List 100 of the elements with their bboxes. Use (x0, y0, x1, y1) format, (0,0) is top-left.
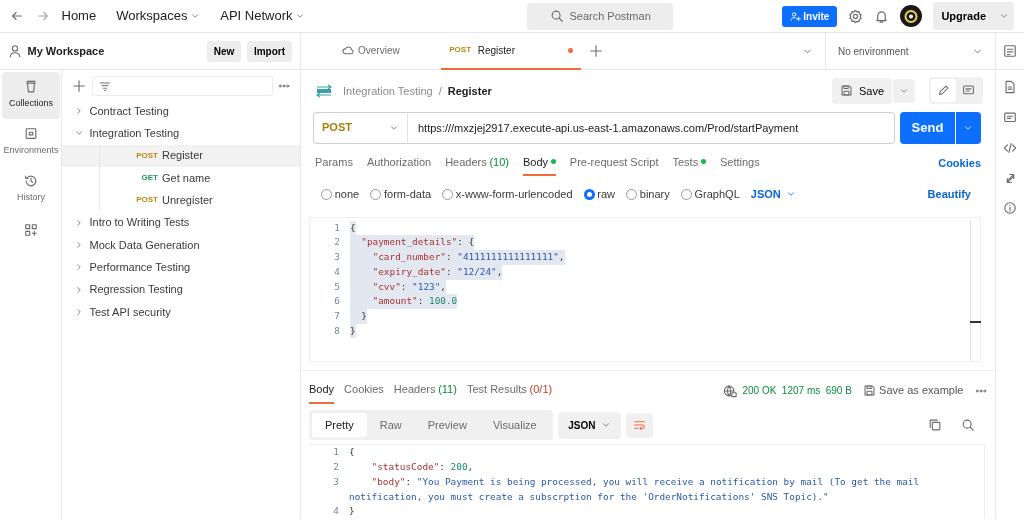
send-button[interactable]: Send (900, 111, 955, 144)
invite-button[interactable]: Invite (781, 5, 838, 27)
apps-icon[interactable] (24, 223, 38, 237)
view-mode-tab[interactable]: Pretty (312, 413, 367, 438)
environment-quick-look-icon[interactable] (1003, 44, 1017, 58)
method-select[interactable]: POST (313, 111, 408, 144)
line-number: 7 (333, 308, 341, 323)
save-button[interactable]: Save (832, 77, 892, 105)
code-icon[interactable] (1003, 141, 1017, 155)
request-section-tab[interactable]: Authorization (366, 149, 432, 177)
view-mode-tab[interactable]: Visualize (479, 413, 550, 438)
view-mode-tab[interactable]: Preview (414, 413, 480, 438)
save-icon (863, 384, 877, 398)
request-section-tab[interactable]: Params (315, 149, 353, 177)
copy-icon[interactable] (927, 418, 942, 433)
radio-option[interactable]: none (321, 186, 360, 203)
environment-select[interactable]: No environment (825, 32, 995, 70)
radio-option[interactable]: form-data (370, 186, 432, 203)
add-tab-icon[interactable] (589, 44, 603, 58)
workspace-title: My Workspace (27, 43, 106, 59)
view-mode-tab[interactable]: Raw (366, 413, 415, 438)
line-number: 1 (332, 445, 340, 460)
collection-item[interactable]: Intro to Writing Tests (62, 211, 300, 234)
collection-item[interactable]: Test API security (62, 300, 300, 323)
line-number: 8 (333, 323, 341, 338)
radio-option[interactable]: GraphQL (680, 186, 740, 203)
add-person-icon (789, 10, 801, 22)
scroll-marker (970, 320, 981, 323)
nav-link[interactable]: API Network (214, 6, 312, 26)
collection-item[interactable]: Contract Testing (62, 100, 300, 123)
settings-icon[interactable] (848, 8, 864, 24)
back-icon[interactable] (10, 9, 24, 23)
url-field[interactable]: https:///mxzjej2917.execute-api.us-east-1.amazonaws.com/Prod/startPayment (408, 111, 895, 144)
request-section-tab[interactable]: Pre-request Script (569, 149, 659, 177)
person-icon (8, 44, 22, 58)
request-section-tab[interactable]: Tests (672, 149, 706, 177)
line-number: 1 (333, 220, 341, 235)
radio-option[interactable]: raw (583, 186, 616, 203)
workspace-button[interactable]: Import (246, 40, 292, 62)
line-number: 2 (333, 235, 341, 250)
line-number: 4 (333, 264, 341, 279)
code-line: } (349, 504, 355, 519)
save-icon (840, 84, 854, 98)
status-code: 200 OK (742, 384, 777, 399)
pencil-icon (937, 84, 950, 98)
sidebar-tab[interactable]: Environments (2, 119, 60, 166)
request-section-tab[interactable]: Headers (10) (445, 149, 509, 177)
bell-icon[interactable] (874, 8, 890, 24)
workspace-button[interactable]: New (206, 40, 242, 62)
nav-link[interactable]: Home (55, 6, 103, 26)
response-tab[interactable]: Body (309, 377, 335, 404)
search-icon[interactable] (961, 418, 975, 433)
request-tab[interactable]: Overview (301, 32, 441, 70)
radio-option[interactable]: x-www-form-urlencoded (442, 186, 573, 203)
request-section-tab[interactable]: Body (523, 149, 556, 177)
collection-item[interactable]: Regression Testing (62, 278, 300, 301)
comment-icon[interactable] (1003, 110, 1017, 125)
globe-icon (722, 383, 737, 398)
code-line: "statusCode": 200, (370, 460, 474, 475)
add-icon[interactable] (72, 79, 86, 93)
http-icon (315, 83, 333, 98)
edit-mode-button[interactable] (931, 79, 956, 103)
request-item[interactable]: POST Unregister (62, 189, 300, 212)
collection-item[interactable]: Mock Data Generation (62, 233, 300, 257)
breadcrumb-separator: / (438, 83, 442, 99)
request-item[interactable]: GET Get name (62, 166, 300, 190)
response-tab[interactable]: Test Results (0/1) (466, 377, 553, 404)
request-item[interactable]: POST Register (62, 144, 300, 167)
beautify-link[interactable]: Beautify (927, 186, 971, 203)
cloud-icon (342, 43, 356, 57)
search-icon (549, 9, 564, 23)
avatar-icon[interactable] (900, 5, 923, 27)
line-number: 5 (333, 279, 341, 294)
request-tab[interactable]: POST Register (441, 32, 581, 70)
filter-icon (98, 80, 111, 92)
search-field[interactable]: Search Postman (527, 2, 674, 30)
document-icon[interactable] (1003, 80, 1017, 94)
environment-icon (24, 127, 38, 142)
send-dropdown-button[interactable] (956, 111, 981, 144)
collection-item[interactable]: Performance Testing (62, 256, 300, 279)
save-example-button[interactable]: Save as example (857, 381, 970, 400)
response-tab[interactable]: Headers (11) (393, 377, 457, 404)
format-select[interactable]: JSON (750, 186, 797, 203)
filter-field[interactable] (91, 76, 273, 96)
wrap-lines-button[interactable] (626, 412, 654, 438)
collection-item[interactable]: Integration Testing (62, 122, 300, 145)
response-tab[interactable]: Cookies (344, 377, 384, 404)
trash-icon (24, 80, 38, 95)
code-line: "body": "You Payment is being processed, you will receive a notification by mail (To get the mail notification, you must create a subscrption for the 'OrderNotifications' SNS Topic)." (349, 474, 921, 504)
format-select[interactable]: JSON (558, 411, 621, 439)
nav-link[interactable]: Workspaces (110, 6, 207, 26)
sidebar-tab[interactable]: History (2, 166, 60, 213)
sidebar-tab[interactable]: Collections (2, 72, 60, 119)
response-size: 690 B (825, 384, 852, 399)
breadcrumb-link[interactable]: Integration Testing (343, 82, 433, 100)
request-section-tab[interactable]: Settings (719, 149, 760, 177)
chevron-down-icon[interactable] (999, 11, 1009, 21)
cookies-link[interactable]: Cookies (938, 154, 981, 172)
radio-option[interactable]: binary (626, 186, 670, 203)
info-icon[interactable] (1003, 201, 1017, 215)
